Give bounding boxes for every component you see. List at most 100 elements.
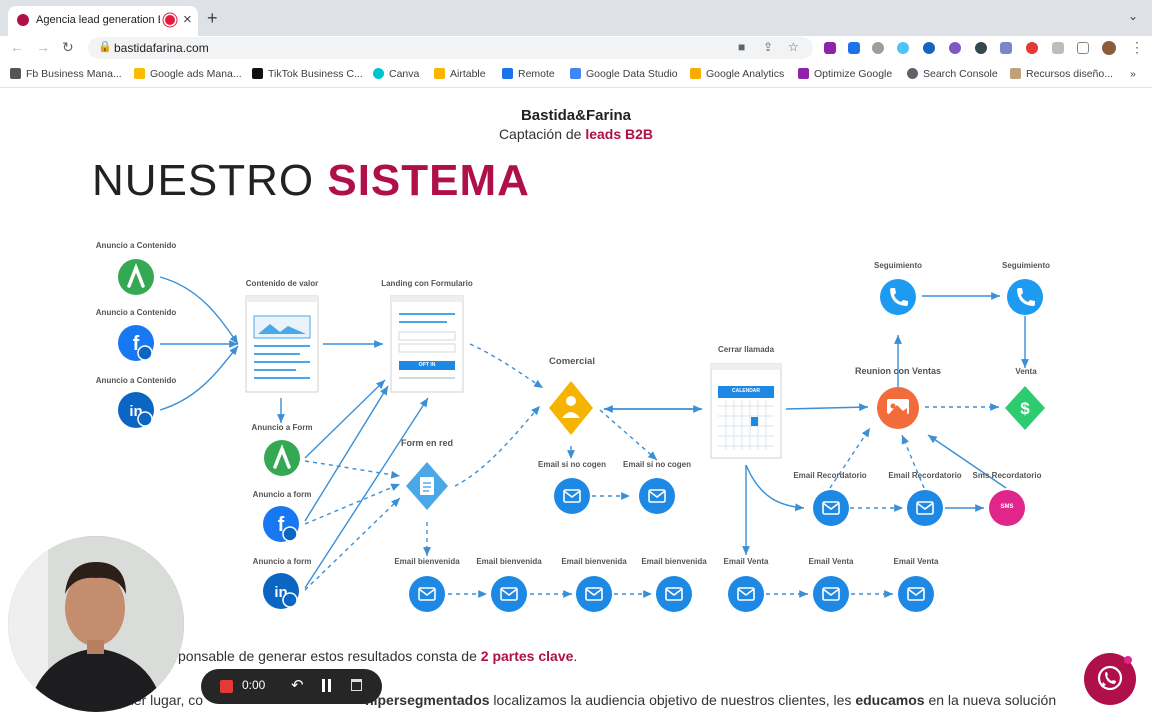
share-icon[interactable]: ⇪	[763, 40, 773, 54]
url-text: bastidafarina.com	[114, 41, 209, 55]
label-anuncio-form: Anuncio a Form	[251, 423, 313, 432]
email-icon	[554, 478, 590, 514]
web-page: Bastida&Farina Captación de leads B2B NU…	[0, 88, 1152, 720]
bookmark-item[interactable]: TikTok Business C...	[252, 68, 363, 80]
label-anuncio-form: Anuncio a form	[252, 490, 312, 499]
label-sms: SMS	[1000, 504, 1014, 510]
recording-indicator-icon	[165, 15, 175, 25]
bookmark-folder[interactable]: Recursos diseño...	[1010, 68, 1113, 80]
bookmark-item[interactable]: Google Analytics	[690, 68, 784, 80]
browser-tab[interactable]: Agencia lead generation B ×	[8, 6, 198, 36]
label-anuncio-contenido: Anuncio a Contenido	[95, 376, 177, 385]
label-form-en-red: Form en red	[400, 438, 454, 448]
browser-menu-icon[interactable]: ⋮	[1130, 39, 1144, 56]
google-ads-icon	[118, 259, 154, 295]
email-icon	[409, 576, 445, 612]
extension-icon[interactable]	[1000, 42, 1012, 54]
stop-recording-button[interactable]	[220, 680, 233, 693]
bookmark-item[interactable]: Optimize Google	[798, 68, 892, 80]
tab-search-chevron-icon[interactable]: ⌄	[1128, 9, 1138, 23]
label-email-venta: Email Venta	[808, 557, 854, 566]
bookmarks-bar: Fb Business Mana... Google ads Mana... T…	[0, 62, 1152, 88]
label-email-bienvenida: Email bienvenida	[476, 557, 542, 566]
label-anuncio-form: Anuncio a form	[252, 557, 312, 566]
close-tab-icon[interactable]: ×	[183, 11, 192, 28]
label-venta: Venta	[1015, 367, 1037, 376]
back-icon[interactable]: ←	[10, 39, 24, 55]
label-contenido-valor: Contenido de valor	[245, 279, 319, 288]
extension-icon[interactable]	[1026, 42, 1038, 54]
pause-icon[interactable]	[322, 679, 325, 692]
email-icon	[813, 490, 849, 526]
bookmarks-overflow-icon[interactable]: »	[1130, 68, 1136, 80]
lock-icon: 🔒	[98, 41, 112, 53]
body-paragraph: ponsable de generar estos resultados con…	[178, 648, 578, 664]
label-reunion: Reunion con Ventas	[854, 366, 942, 376]
bookmark-item[interactable]: Airtable	[434, 68, 486, 80]
browser-toolbar: ← → ↻ 🔒 bastidafarina.com ■ ⇪ ☆ ⋮	[0, 36, 1152, 62]
label-email-si-no-cogen: Email si no cogen	[537, 460, 607, 469]
user-icon	[549, 381, 593, 435]
label-email-venta: Email Venta	[723, 557, 769, 566]
site-favicon	[17, 14, 29, 26]
email-icon	[639, 478, 675, 514]
delete-icon[interactable]	[351, 679, 362, 691]
webcam-bubble[interactable]	[8, 536, 184, 712]
email-icon	[656, 576, 692, 612]
new-tab-button[interactable]: +	[207, 8, 218, 29]
label-sms-recordatorio: Sms Recordatorio	[972, 471, 1042, 480]
extension-icon[interactable]	[824, 42, 836, 54]
side-panel-icon[interactable]	[1077, 42, 1089, 54]
label-email-bienvenida: Email bienvenida	[641, 557, 707, 566]
extension-icon[interactable]	[848, 42, 860, 54]
extension-icon[interactable]	[949, 42, 961, 54]
forward-icon[interactable]: →	[36, 39, 50, 55]
tab-title: Agencia lead generation B	[36, 14, 160, 26]
email-icon	[491, 576, 527, 612]
label-calendar: CALENDAR	[731, 388, 761, 394]
label-seguimiento: Seguimiento	[1001, 261, 1051, 270]
extension-icon[interactable]	[897, 42, 909, 54]
profile-avatar[interactable]	[1102, 41, 1116, 55]
label-email-recordatorio: Email Recordatorio	[793, 471, 867, 480]
email-icon	[576, 576, 612, 612]
landing-page-mockup	[390, 295, 464, 393]
facebook-icon: f	[263, 506, 299, 542]
reload-icon[interactable]: ↻	[62, 39, 74, 56]
label-email-recordatorio: Email Recordatorio	[888, 471, 962, 480]
extension-icon[interactable]	[975, 42, 987, 54]
camera-icon[interactable]: ■	[738, 40, 745, 54]
screen-recorder-controls: 0:00 ↶	[201, 669, 382, 704]
extension-icon[interactable]	[923, 42, 935, 54]
label-email-bienvenida: Email bienvenida	[394, 557, 460, 566]
label-anuncio-contenido: Anuncio a Contenido	[95, 308, 177, 317]
email-icons	[409, 478, 943, 612]
bookmark-item[interactable]: Google ads Mana...	[134, 68, 242, 80]
recording-time: 0:00	[242, 678, 266, 692]
label-cerrar-llamada: Cerrar llamada	[717, 345, 775, 354]
svg-text:$: $	[1020, 399, 1030, 418]
label-landing: Landing con Formulario	[381, 279, 473, 288]
presentation-icon	[877, 387, 919, 429]
whatsapp-icon	[1097, 656, 1132, 691]
bookmark-item[interactable]: Remote	[502, 68, 555, 80]
extensions-puzzle-icon[interactable]	[1052, 42, 1064, 54]
email-icon	[898, 576, 934, 612]
content-page-mockup	[245, 295, 319, 393]
bookmark-star-icon[interactable]: ☆	[788, 40, 799, 54]
bookmark-item[interactable]: Canva	[373, 68, 419, 80]
money-icon: $	[1005, 386, 1045, 430]
adblock-icon[interactable]	[872, 42, 884, 54]
bookmark-item[interactable]: Google Data Studio	[570, 68, 678, 80]
linkedin-icon: in	[118, 392, 154, 428]
label-opt-in: OPT IN	[418, 362, 436, 368]
phone-icon	[880, 279, 916, 315]
email-icon	[728, 576, 764, 612]
address-bar[interactable]: 🔒 bastidafarina.com ■ ⇪ ☆	[88, 37, 813, 59]
label-email-venta: Email Venta	[893, 557, 939, 566]
whatsapp-chat-button[interactable]	[1084, 653, 1136, 705]
undo-icon[interactable]: ↶	[291, 676, 304, 694]
phone-icon	[1007, 279, 1043, 315]
bookmark-item[interactable]: Search Console	[907, 68, 998, 80]
bookmark-item[interactable]: Fb Business Mana...	[10, 68, 122, 80]
